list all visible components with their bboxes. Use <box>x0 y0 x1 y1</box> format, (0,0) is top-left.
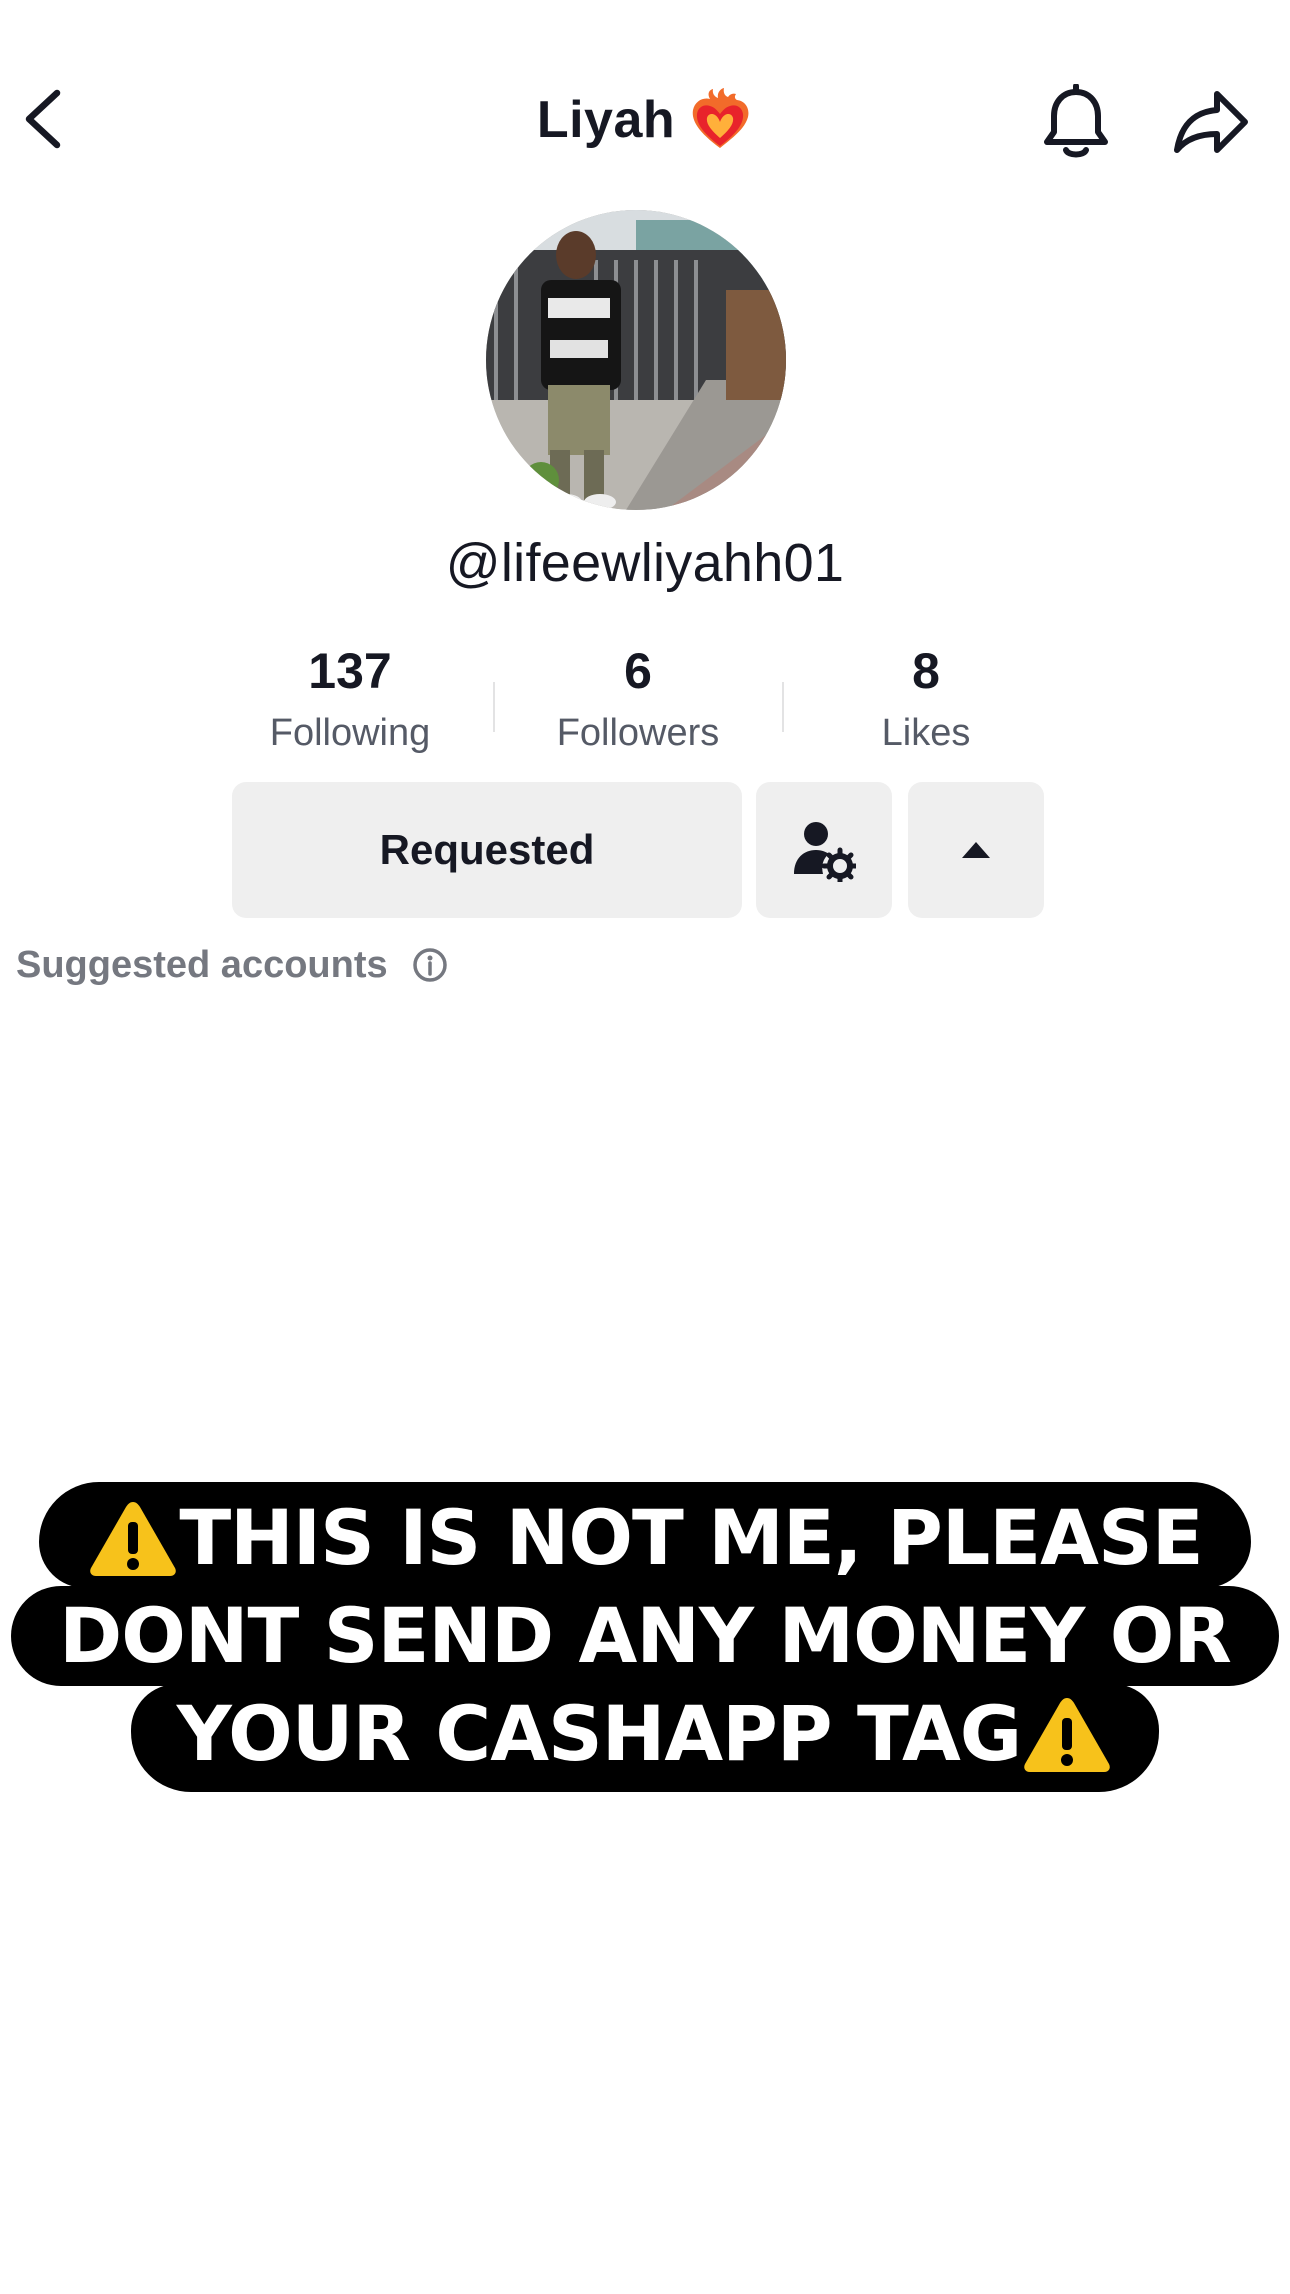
warning-sign-icon <box>90 1502 177 1576</box>
heart-on-fire-icon <box>692 88 749 148</box>
stat-following[interactable]: 137 Following <box>220 640 480 760</box>
expand-suggestions-button[interactable] <box>908 782 1044 918</box>
stat-likes[interactable]: 8 Likes <box>796 640 1056 760</box>
stat-followers[interactable]: 6 Followers <box>508 640 768 760</box>
warning-text: DONT SEND ANY MONEY OR <box>59 1591 1232 1680</box>
share-arrow-icon <box>1174 91 1248 153</box>
profile-stats: 137 Following 6 Followers 8 Likes <box>200 640 1100 770</box>
bell-icon <box>1044 84 1108 158</box>
avatar[interactable] <box>486 210 786 510</box>
profile-settings-button[interactable] <box>756 782 892 918</box>
warning-sign-icon <box>1024 1698 1110 1772</box>
warning-text: THIS IS NOT ME, PLEASE <box>179 1493 1203 1582</box>
warning-text: YOUR CASHAPP TAG <box>176 1689 1022 1778</box>
stat-value: 6 <box>624 643 652 699</box>
top-bar: Liyah <box>0 0 1290 240</box>
stat-label: Likes <box>881 712 971 754</box>
stat-value: 8 <box>912 643 940 699</box>
notification-bell-button[interactable] <box>1036 80 1116 164</box>
stat-label: Followers <box>556 712 720 754</box>
profile-username: @lifeewliyahh01 <box>445 533 845 593</box>
warning-line-3: YOUR CASHAPP TAG <box>130 1684 1160 1792</box>
stat-divider <box>493 682 495 732</box>
caret-up-icon <box>962 842 990 858</box>
info-button[interactable] <box>410 945 450 985</box>
profile-photo <box>486 210 786 510</box>
stat-divider <box>782 682 784 732</box>
warning-line-2: DONT SEND ANY MONEY OR <box>11 1586 1279 1686</box>
stat-label: Following <box>269 712 431 754</box>
stat-value: 137 <box>308 643 392 699</box>
warning-line-1: THIS IS NOT ME, PLEASE <box>39 1482 1251 1588</box>
page-title: Liyah <box>536 91 676 149</box>
share-button[interactable] <box>1170 82 1252 162</box>
suggested-accounts-header: Suggested accounts <box>16 940 450 990</box>
user-settings-icon <box>794 822 856 882</box>
info-icon <box>412 948 447 982</box>
warning-overlay: THIS IS NOT ME, PLEASE DONT SEND ANY MON… <box>0 1482 1290 1792</box>
requested-button[interactable]: Requested <box>232 782 742 918</box>
suggested-accounts-label: Suggested accounts <box>16 943 388 986</box>
